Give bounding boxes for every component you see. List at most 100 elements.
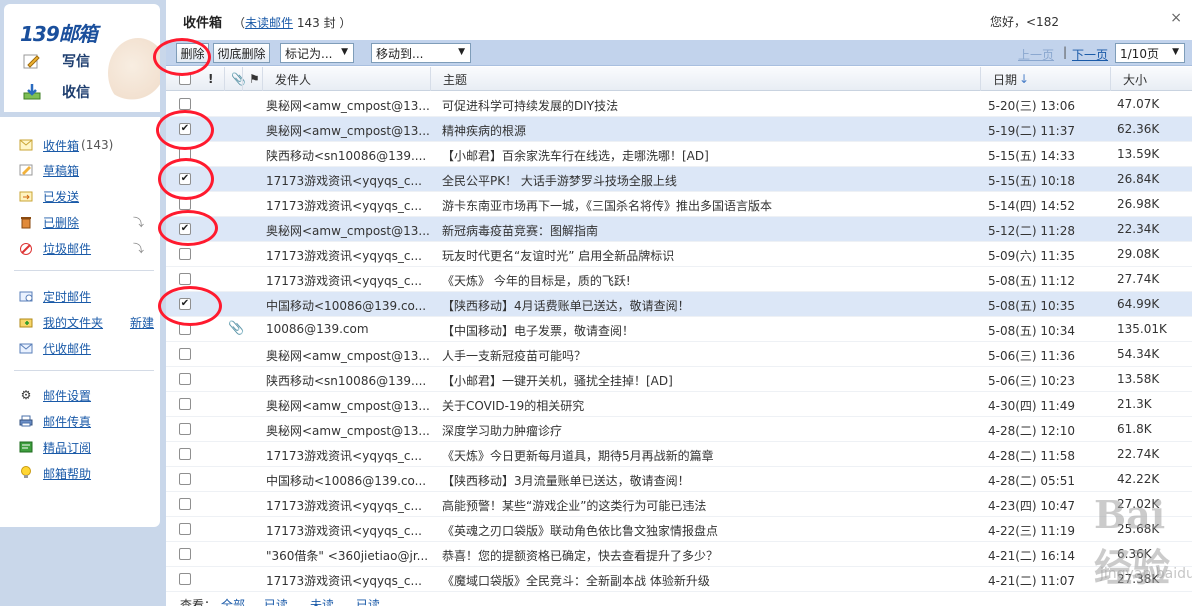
- delete-button[interactable]: 删除: [176, 43, 209, 63]
- table-row[interactable]: 17173游戏资讯<yqyqs_c... 《魔域口袋版》全民竞斗：全新副本战 体验…: [166, 567, 1192, 592]
- filter-all-link[interactable]: 全部: [221, 596, 245, 606]
- mark-as-select[interactable]: 标记为... ▼: [280, 43, 354, 63]
- table-row[interactable]: 奥秘网<amw_cmpost@13... 关于COVID-19的相关研究 4-30(…: [166, 392, 1192, 417]
- table-row[interactable]: ✔ 中国移动<10086@139.co... 【陕西移动】4月话费账单已送达，敬请查…: [166, 292, 1192, 317]
- row-subject[interactable]: 深度学习助力肿瘤诊疗: [442, 422, 972, 439]
- table-row[interactable]: ✔ 奥秘网<amw_cmpost@13... 精神疾病的根源 5-19(二) 11:3…: [166, 117, 1192, 142]
- header-flag[interactable]: ⚑: [242, 67, 262, 91]
- row-sender[interactable]: 17173游戏资讯<yqyqs_c...: [266, 497, 431, 514]
- header-subject[interactable]: 主题: [430, 67, 980, 91]
- folder-spam[interactable]: 垃圾邮件 ⤵: [18, 238, 158, 258]
- empty-spam-icon[interactable]: ⤵: [133, 240, 144, 256]
- new-folder-link[interactable]: 新建: [130, 314, 154, 331]
- row-sender[interactable]: 陕西移动<sn10086@139....: [266, 372, 431, 389]
- filter-read-link[interactable]: 已读: [264, 596, 288, 606]
- header-date[interactable]: 日期 ↓: [980, 67, 1110, 91]
- row-checkbox[interactable]: [179, 248, 191, 260]
- folder-deleted[interactable]: 已删除 ⤵: [18, 212, 158, 232]
- row-sender[interactable]: 中国移动<10086@139.co...: [266, 472, 431, 489]
- setting-mail-settings[interactable]: ⚙ 邮件设置: [18, 385, 158, 405]
- row-checkbox[interactable]: ✔: [179, 298, 191, 310]
- row-subject[interactable]: 关于COVID-19的相关研究: [442, 397, 972, 414]
- table-row[interactable]: 17173游戏资讯<yqyqs_c... 《英魂之刃口袋版》联动角色依比鲁文独家情…: [166, 517, 1192, 542]
- row-sender[interactable]: 中国移动<10086@139.co...: [266, 297, 431, 314]
- table-row[interactable]: 奥秘网<amw_cmpost@13... 深度学习助力肿瘤诊疗 4-28(二) 12…: [166, 417, 1192, 442]
- table-row[interactable]: 陕西移动<sn10086@139.... 【小邮君】百余家洗车行在线选，走哪洗哪！…: [166, 142, 1192, 167]
- table-row[interactable]: 17173游戏资讯<yqyqs_c... 《天炼》今日更新每月道具，期待5月再战新…: [166, 442, 1192, 467]
- row-sender[interactable]: 奥秘网<amw_cmpost@13...: [266, 422, 431, 439]
- row-checkbox[interactable]: [179, 573, 191, 585]
- setting-subscribe[interactable]: 精品订阅: [18, 437, 158, 457]
- row-checkbox[interactable]: [179, 148, 191, 160]
- table-row[interactable]: 中国移动<10086@139.co... 【陕西移动】3月流量账单已送达，敬请查阅…: [166, 467, 1192, 492]
- close-icon[interactable]: ×: [1170, 10, 1182, 26]
- header-attachment[interactable]: 📎: [224, 67, 246, 91]
- row-checkbox[interactable]: ✔: [179, 223, 191, 235]
- page-select[interactable]: 1/10页 ▼: [1115, 43, 1185, 63]
- row-sender[interactable]: 陕西移动<sn10086@139....: [266, 147, 431, 164]
- row-checkbox[interactable]: [179, 398, 191, 410]
- header-sender[interactable]: 发件人: [262, 67, 430, 91]
- write-button[interactable]: 写信: [22, 48, 90, 74]
- row-subject[interactable]: 恭喜！您的提额资格已确定，快去查看提升了多少？: [442, 547, 972, 564]
- row-sender[interactable]: 17173游戏资讯<yqyqs_c...: [266, 172, 431, 189]
- row-checkbox[interactable]: [179, 448, 191, 460]
- row-subject[interactable]: 《天炼》 今年的目标是，质的飞跃!: [442, 272, 972, 289]
- row-subject[interactable]: 【陕西移动】4月话费账单已送达，敬请查阅！: [442, 297, 972, 314]
- table-row[interactable]: 📎 10086@139.com 【中国移动】电子发票，敬请查阅！ 5-08(五) 10…: [166, 317, 1192, 342]
- row-sender[interactable]: 奥秘网<amw_cmpost@13...: [266, 222, 431, 239]
- tool-my-folders[interactable]: 我的文件夹 新建: [18, 312, 158, 332]
- row-checkbox[interactable]: [179, 498, 191, 510]
- row-subject[interactable]: 全民公平PK！ 大话手游梦罗斗技场全服上线: [442, 172, 972, 189]
- table-row[interactable]: 奥秘网<amw_cmpost@13... 人手一支新冠疫苗可能吗？ 5-06(三) …: [166, 342, 1192, 367]
- row-sender[interactable]: 17173游戏资讯<yqyqs_c...: [266, 247, 431, 264]
- filter-flagged-link[interactable]: 已读: [356, 596, 380, 606]
- row-checkbox[interactable]: [179, 198, 191, 210]
- folder-inbox[interactable]: 收件箱 (143): [18, 135, 158, 155]
- table-row[interactable]: 奥秘网<amw_cmpost@13... 可促进科学可持续发展的DIY技法 5-20…: [166, 92, 1192, 117]
- row-sender[interactable]: 奥秘网<amw_cmpost@13...: [266, 347, 431, 364]
- row-checkbox[interactable]: [179, 373, 191, 385]
- table-row[interactable]: ✔ 17173游戏资讯<yqyqs_c... 全民公平PK！ 大话手游梦罗斗技场全服…: [166, 167, 1192, 192]
- row-subject[interactable]: 《魔域口袋版》全民竞斗：全新副本战 体验新升级: [442, 572, 972, 589]
- tool-collect-mail[interactable]: 代收邮件: [18, 338, 158, 358]
- table-row[interactable]: ✔ 奥秘网<amw_cmpost@13... 新冠病毒疫苗竞赛：图解指南 5-12(二…: [166, 217, 1192, 242]
- header-size[interactable]: 大小: [1110, 67, 1192, 91]
- row-sender[interactable]: 奥秘网<amw_cmpost@13...: [266, 97, 431, 114]
- row-checkbox[interactable]: [179, 98, 191, 110]
- table-row[interactable]: 17173游戏资讯<yqyqs_c... 玩友时代更名“友谊时光” 启用全新品牌标…: [166, 242, 1192, 267]
- next-page-link[interactable]: 下一页: [1072, 46, 1108, 63]
- row-checkbox[interactable]: [179, 548, 191, 560]
- row-subject[interactable]: 游卡东南亚市场再下一城，《三国杀名将传》推出多国语言版本: [442, 197, 972, 214]
- header-priority[interactable]: !: [202, 67, 224, 91]
- row-subject[interactable]: 【小邮君】一键开关机，骚扰全挂掉！[AD]: [442, 372, 972, 389]
- row-checkbox[interactable]: [179, 473, 191, 485]
- prev-page-link[interactable]: 上一页: [1018, 46, 1054, 63]
- unread-mail-link[interactable]: 未读邮件: [245, 16, 293, 30]
- row-subject[interactable]: 《天炼》今日更新每月道具，期待5月再战新的篇章: [442, 447, 972, 464]
- folder-drafts[interactable]: 草稿箱: [18, 160, 158, 180]
- row-subject[interactable]: 【陕西移动】3月流量账单已送达，敬请查阅！: [442, 472, 972, 489]
- filter-unread-link[interactable]: 未读: [310, 596, 334, 606]
- row-subject[interactable]: 《英魂之刃口袋版》联动角色依比鲁文独家情报盘点: [442, 522, 972, 539]
- row-checkbox[interactable]: [179, 523, 191, 535]
- table-row[interactable]: 17173游戏资讯<yqyqs_c... 高能预警！某些“游戏企业”的这类行为可能…: [166, 492, 1192, 517]
- row-checkbox[interactable]: [179, 273, 191, 285]
- row-subject[interactable]: 【中国移动】电子发票，敬请查阅！: [442, 322, 972, 339]
- folder-sent[interactable]: 已发送: [18, 186, 158, 206]
- row-sender[interactable]: 17173游戏资讯<yqyqs_c...: [266, 572, 431, 589]
- row-sender[interactable]: "360借条" <360jietiao@jr...: [266, 547, 431, 564]
- purge-button[interactable]: 彻底删除: [213, 43, 270, 63]
- row-sender[interactable]: 奥秘网<amw_cmpost@13...: [266, 122, 431, 139]
- receive-button[interactable]: 收信: [22, 79, 90, 105]
- row-sender[interactable]: 奥秘网<amw_cmpost@13...: [266, 397, 431, 414]
- row-checkbox[interactable]: [179, 348, 191, 360]
- tool-scheduled[interactable]: 定时邮件: [18, 286, 158, 306]
- row-sender[interactable]: 10086@139.com: [266, 322, 431, 336]
- row-checkbox[interactable]: ✔: [179, 173, 191, 185]
- move-to-select[interactable]: 移动到... ▼: [371, 43, 471, 63]
- row-checkbox[interactable]: [179, 423, 191, 435]
- row-subject[interactable]: 可促进科学可持续发展的DIY技法: [442, 97, 972, 114]
- setting-fax[interactable]: 邮件传真: [18, 411, 158, 431]
- row-checkbox[interactable]: [179, 323, 191, 335]
